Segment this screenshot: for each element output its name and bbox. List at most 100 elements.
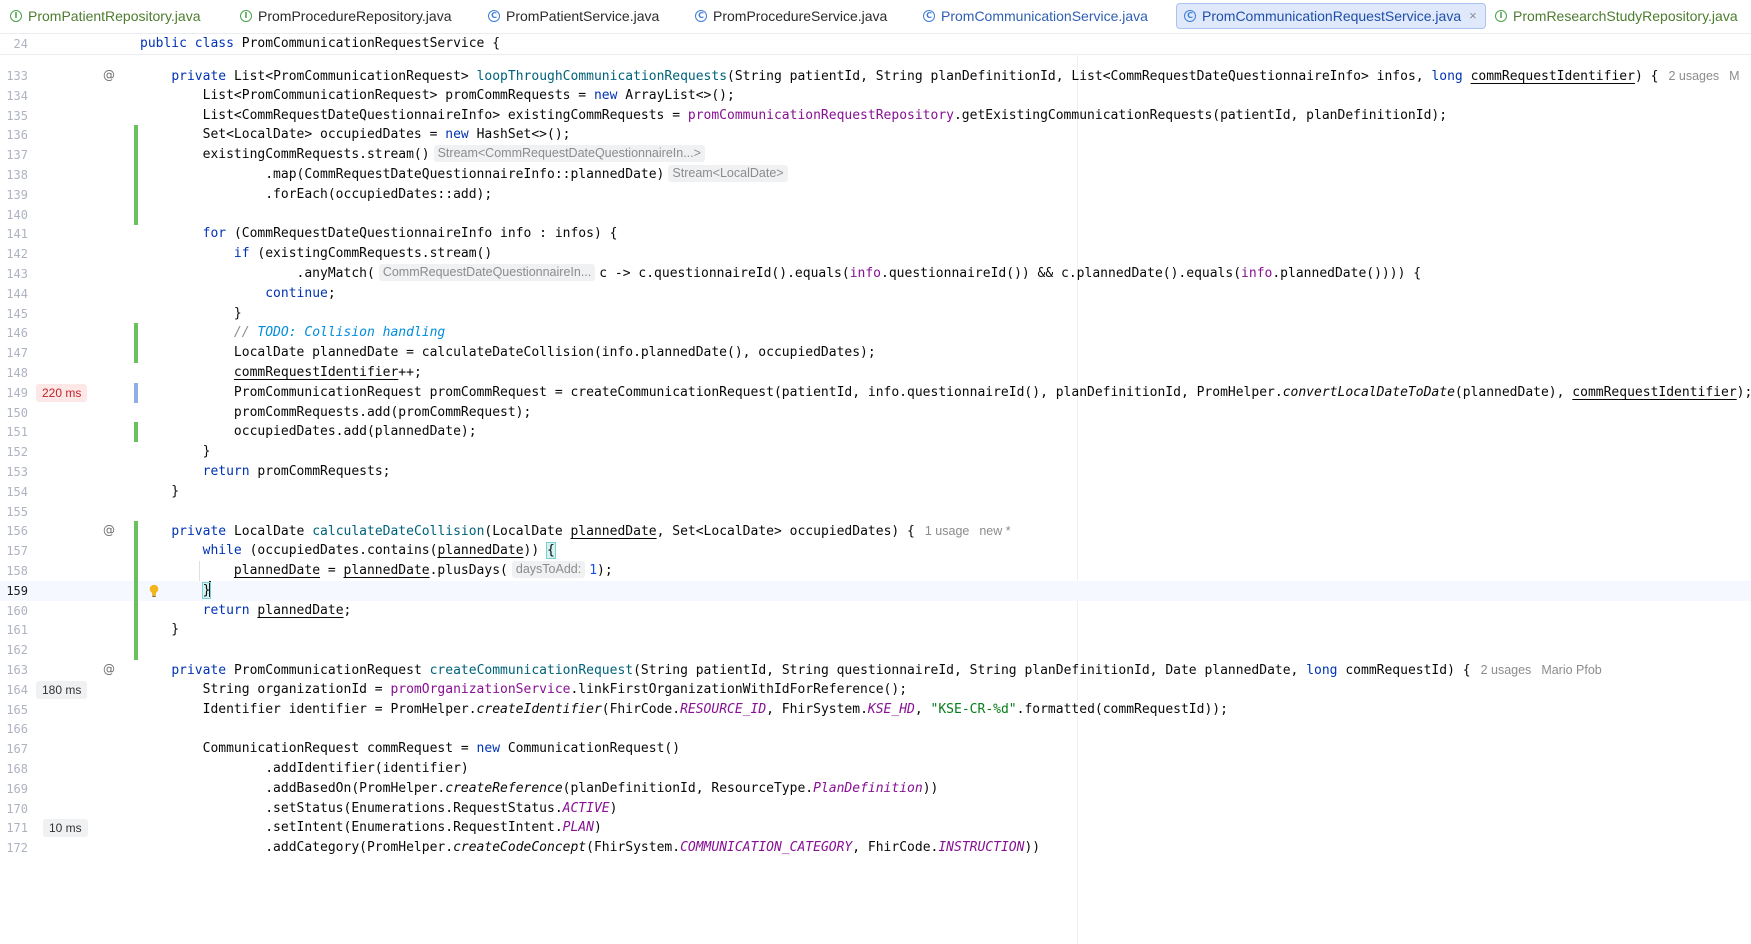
tab-prom-patient-service[interactable]: C PromPatientService.java (488, 3, 659, 29)
line-number[interactable]: 143 (0, 264, 28, 284)
line-number[interactable]: 152 (0, 442, 28, 462)
code-editor[interactable]: 24 public class PromCommunicationRequestS… (0, 34, 1751, 944)
code-line[interactable]: 162 (0, 640, 1751, 661)
close-icon[interactable]: × (1469, 3, 1477, 29)
line-number[interactable]: 134 (0, 86, 28, 106)
code-line[interactable]: 145 } (0, 304, 1751, 324)
code-line[interactable]: 153 return promCommRequests; (0, 462, 1751, 482)
code-line[interactable]: 141 for (CommRequestDateQuestionnaireInf… (0, 224, 1751, 244)
line-number[interactable]: 163 (0, 660, 28, 680)
annotation-gutter-icon[interactable]: @ (102, 662, 116, 676)
line-number[interactable]: 166 (0, 719, 28, 739)
annotation-gutter-icon[interactable]: @ (102, 523, 116, 537)
code-line[interactable]: 161 } (0, 620, 1751, 641)
line-number[interactable]: 142 (0, 244, 28, 264)
code-line[interactable]: 139 .forEach(occupiedDates::add); (0, 184, 1751, 205)
code-line[interactable]: 148 commRequestIdentifier++; (0, 363, 1751, 383)
code-line[interactable]: 152 } (0, 442, 1751, 462)
annotation-gutter-icon[interactable]: @ (102, 68, 116, 82)
code-vision-hint[interactable]: new * (979, 524, 1010, 538)
code-line[interactable]: 172 .addCategory(PromHelper.createCodeCo… (0, 838, 1751, 858)
vcs-added-marker[interactable] (134, 640, 138, 661)
vcs-added-marker[interactable] (134, 580, 138, 601)
code-line[interactable]: 165 Identifier identifier = PromHelper.c… (0, 700, 1751, 720)
code-line[interactable]: 166 (0, 719, 1751, 739)
line-number[interactable]: 153 (0, 462, 28, 482)
code-line[interactable]: 147 LocalDate plannedDate = calculateDat… (0, 343, 1751, 364)
code-line[interactable]: 167 CommunicationRequest commRequest = n… (0, 739, 1751, 759)
code-line[interactable]: 135 List<CommRequestDateQuestionnaireInf… (0, 106, 1751, 126)
line-number[interactable]: 147 (0, 343, 28, 363)
code-line[interactable]: 171 10 ms .setIntent(Enumerations.Request… (0, 818, 1751, 838)
line-number[interactable]: 158 (0, 561, 28, 581)
vcs-modified-marker[interactable] (134, 382, 138, 403)
line-number[interactable]: 165 (0, 700, 28, 720)
line-number[interactable]: 154 (0, 482, 28, 502)
vcs-added-marker[interactable] (134, 620, 138, 641)
tab-prom-communication-request-service[interactable]: C PromCommunicationRequestService.java × (1176, 3, 1486, 29)
code-line[interactable]: 156 @ private LocalDate calculateDateColl… (0, 521, 1751, 542)
line-number[interactable]: 160 (0, 601, 28, 621)
line-number[interactable]: 167 (0, 739, 28, 759)
code-line[interactable]: 143 .anyMatch(CommRequestDateQuestionnai… (0, 264, 1751, 284)
tab-prom-procedure-service[interactable]: C PromProcedureService.java (695, 3, 887, 29)
vcs-added-marker[interactable] (134, 343, 138, 364)
line-number[interactable]: 145 (0, 304, 28, 324)
vcs-added-marker[interactable] (134, 145, 138, 166)
line-number[interactable]: 133 (0, 66, 28, 86)
code-line[interactable]: 144 continue; (0, 284, 1751, 304)
code-vision-hint[interactable]: Mario Pfob (1541, 663, 1601, 677)
code-line[interactable]: 163 @ private PromCommunicationRequest cr… (0, 660, 1751, 680)
code-line[interactable]: 158 plannedDate = plannedDate.plusDays(d… (0, 561, 1751, 581)
code-line[interactable]: 134 List<PromCommunicationRequest> promC… (0, 86, 1751, 106)
line-number[interactable]: 137 (0, 145, 28, 165)
execution-time-badge[interactable]: 10 ms (43, 819, 88, 838)
line-number[interactable]: 139 (0, 185, 28, 205)
vcs-added-marker[interactable] (134, 165, 138, 185)
tab-prom-research-study-repository[interactable]: I PromResearchStudyRepository.java (1495, 3, 1738, 29)
code-line[interactable]: 138 .map(CommRequestDateQuestionnaireInf… (0, 165, 1751, 185)
vcs-added-marker[interactable] (134, 600, 138, 621)
code-line[interactable]: 154 } (0, 482, 1751, 502)
vcs-added-marker[interactable] (134, 541, 138, 562)
execution-time-badge[interactable]: 180 ms (36, 680, 88, 699)
execution-time-badge[interactable]: 220 ms (36, 383, 88, 402)
line-number[interactable]: 149 (0, 383, 28, 403)
line-number[interactable]: 155 (0, 502, 28, 522)
vcs-added-marker[interactable] (134, 521, 138, 542)
line-number[interactable]: 151 (0, 422, 28, 442)
line-number[interactable]: 150 (0, 403, 28, 423)
vcs-added-marker[interactable] (134, 323, 138, 344)
code-line[interactable]: 142 if (existingCommRequests.stream() (0, 244, 1751, 264)
code-line[interactable]: 149 220 ms PromCommunicationRequest promC… (0, 382, 1751, 403)
code-line[interactable]: 137 existingCommRequests.stream() Stream<… (0, 145, 1751, 166)
tab-prom-communication-service[interactable]: C PromCommunicationService.java (923, 3, 1148, 29)
code-line[interactable]: 150 promCommRequests.add(promCommRequest… (0, 403, 1751, 423)
tab-prom-procedure-repository[interactable]: I PromProcedureRepository.java (240, 3, 452, 29)
code-line[interactable]: 168 .addIdentifier(identifier) (0, 759, 1751, 779)
line-number[interactable]: 148 (0, 363, 28, 383)
code-vision-hint[interactable]: M (1729, 69, 1739, 83)
sticky-line[interactable]: 24 public class PromCommunicationRequestS… (0, 34, 1751, 55)
code-line[interactable]: 140 (0, 204, 1751, 225)
vcs-added-marker[interactable] (134, 184, 138, 205)
line-number[interactable]: 140 (0, 205, 28, 225)
code-vision-hint[interactable]: 1 usage (925, 524, 969, 538)
code-line[interactable]: 164 180 ms String organizationId = promOr… (0, 680, 1751, 700)
line-number[interactable]: 172 (0, 838, 28, 858)
line-number[interactable]: 168 (0, 759, 28, 779)
line-number[interactable]: 169 (0, 779, 28, 799)
line-number[interactable]: 159 (0, 581, 28, 601)
line-number[interactable]: 156 (0, 521, 28, 541)
line-number[interactable]: 136 (0, 125, 28, 145)
vcs-added-marker[interactable] (134, 204, 138, 225)
line-number[interactable]: 162 (0, 640, 28, 660)
vcs-added-marker[interactable] (134, 125, 138, 146)
vcs-added-marker[interactable] (134, 561, 138, 581)
line-number[interactable]: 164 (0, 680, 28, 700)
code-line[interactable]: 155 (0, 502, 1751, 522)
code-line[interactable]: 169 .addBasedOn(PromHelper.createReferen… (0, 779, 1751, 799)
code-line[interactable]: 146 // TODO: Collision handling (0, 323, 1751, 344)
tab-prom-patient-repository[interactable]: I PromPatientRepository.java (10, 3, 200, 29)
vcs-added-marker[interactable] (134, 422, 138, 443)
